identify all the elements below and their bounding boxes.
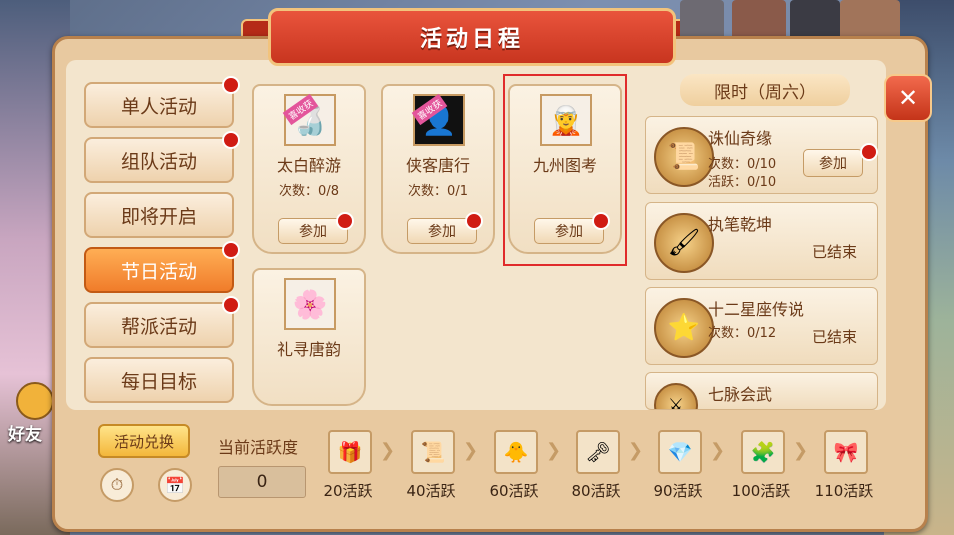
clock-icon[interactable]: ⏱ — [100, 468, 134, 502]
status-badge: 已结束 — [811, 328, 857, 346]
chevron-right-icon: ❯ — [793, 440, 809, 461]
reward-label: 20活跃 — [323, 482, 373, 500]
selection-highlight — [503, 74, 627, 266]
timed-activity-item[interactable]: ⭐ 十二星座传说 次数：0/12 已结束 — [645, 287, 878, 365]
notification-dot — [222, 131, 240, 149]
activity-card[interactable]: 🍶 喜收获 太白醉游 次数：0/8 参加 — [252, 84, 366, 254]
sidebar-item-upcoming[interactable]: 即将开启 — [84, 192, 234, 238]
friend-icon[interactable] — [16, 382, 54, 420]
sidebar-item-label: 节日活动 — [120, 260, 197, 283]
sidebar-item-daily[interactable]: 每日目标 — [84, 357, 234, 403]
notification-dot — [336, 212, 354, 230]
reward-label: 40活跃 — [406, 482, 456, 500]
activity-name: 侠客唐行 — [405, 156, 470, 175]
scroll-icon: 📜 — [654, 127, 714, 187]
sidebar-item-label: 组队活动 — [120, 150, 197, 173]
activity-value: 0 — [218, 466, 306, 498]
reward-gift-icon[interactable]: 🎀 — [824, 430, 868, 474]
reward-label: 110活跃 — [814, 482, 874, 500]
timed-activity-active: 活跃：0/10 — [708, 175, 777, 190]
join-button[interactable]: 参加 — [803, 149, 863, 177]
chevron-right-icon: ❯ — [628, 440, 644, 461]
chevron-right-icon: ❯ — [463, 440, 479, 461]
calendar-icon[interactable]: 📅 — [158, 468, 192, 502]
timed-activity-item[interactable]: 🖌 执笔乾坤 已结束 — [645, 202, 878, 280]
brush-icon: 🖌 — [654, 213, 714, 273]
sidebar-item-label: 每日目标 — [120, 370, 197, 393]
reward-chest-icon[interactable]: 🎁 — [328, 430, 372, 474]
sidebar-item-label: 单人活动 — [120, 95, 197, 118]
sidebar-item-festival[interactable]: 节日活动 — [84, 247, 234, 293]
reward-label: 80活跃 — [571, 482, 621, 500]
activity-card[interactable]: 🌸 礼寻唐韵 — [252, 268, 366, 406]
activity-name: 太白醉游 — [276, 156, 341, 175]
chevron-right-icon: ❯ — [380, 440, 396, 461]
activity-card[interactable]: 👤 喜收获 侠客唐行 次数：0/1 参加 — [381, 84, 495, 254]
activity-label: 当前活跃度 — [218, 438, 299, 457]
timed-activity-item[interactable]: ⚔ 七脉会武 — [645, 372, 878, 410]
status-badge: 已结束 — [811, 243, 857, 261]
timed-activity-name: 十二星座传说 — [708, 300, 805, 319]
sidebar-item-guild[interactable]: 帮派活动 — [84, 302, 234, 348]
friend-label[interactable]: 好友 — [8, 420, 42, 445]
timed-activity-count: 次数：0/12 — [708, 326, 777, 341]
sidebar-item-single[interactable]: 单人活动 — [84, 82, 234, 128]
timed-header: 限时（周六） — [680, 74, 850, 106]
timed-activity-name: 执笔乾坤 — [708, 215, 773, 234]
timed-activity-item[interactable]: 📜 诛仙奇缘 次数：0/10 活跃：0/10 参加 — [645, 116, 878, 194]
reward-label: 90活跃 — [653, 482, 703, 500]
reward-gem-icon[interactable]: 💎 — [658, 430, 702, 474]
notification-dot — [222, 296, 240, 314]
notification-dot — [222, 76, 240, 94]
page-title: 活动日程 — [241, 8, 703, 66]
martial-icon: ⚔ — [654, 383, 698, 409]
timed-activity-count: 次数：0/10 — [708, 157, 777, 172]
reward-label: 60活跃 — [489, 482, 539, 500]
sidebar-item-label: 帮派活动 — [120, 315, 197, 338]
notification-dot — [860, 143, 878, 161]
close-icon: ✕ — [897, 84, 919, 112]
reward-scroll-icon[interactable]: 📜 — [411, 430, 455, 474]
close-button[interactable]: ✕ — [884, 74, 932, 122]
star-icon: ⭐ — [654, 298, 714, 358]
activity-count: 次数：0/8 — [279, 184, 339, 199]
notification-dot — [465, 212, 483, 230]
activity-portrait-icon: 🌸 — [284, 278, 336, 330]
activity-exchange-button[interactable]: 活动兑换 — [98, 424, 190, 458]
reward-pet-icon[interactable]: 🐥 — [494, 430, 538, 474]
sidebar-item-label: 即将开启 — [120, 205, 197, 228]
activity-name: 礼寻唐韵 — [276, 340, 341, 359]
reward-label: 100活跃 — [731, 482, 791, 500]
timed-activity-name: 诛仙奇缘 — [708, 129, 773, 148]
chevron-right-icon: ❯ — [546, 440, 562, 461]
timed-activity-name: 七脉会武 — [708, 385, 773, 404]
reward-key-icon[interactable]: 🗝 — [576, 430, 620, 474]
activity-count: 次数：0/1 — [408, 184, 468, 199]
notification-dot — [222, 241, 240, 259]
reward-puzzle-icon[interactable]: 🧩 — [741, 430, 785, 474]
chevron-right-icon: ❯ — [710, 440, 726, 461]
sidebar-item-team[interactable]: 组队活动 — [84, 137, 234, 183]
